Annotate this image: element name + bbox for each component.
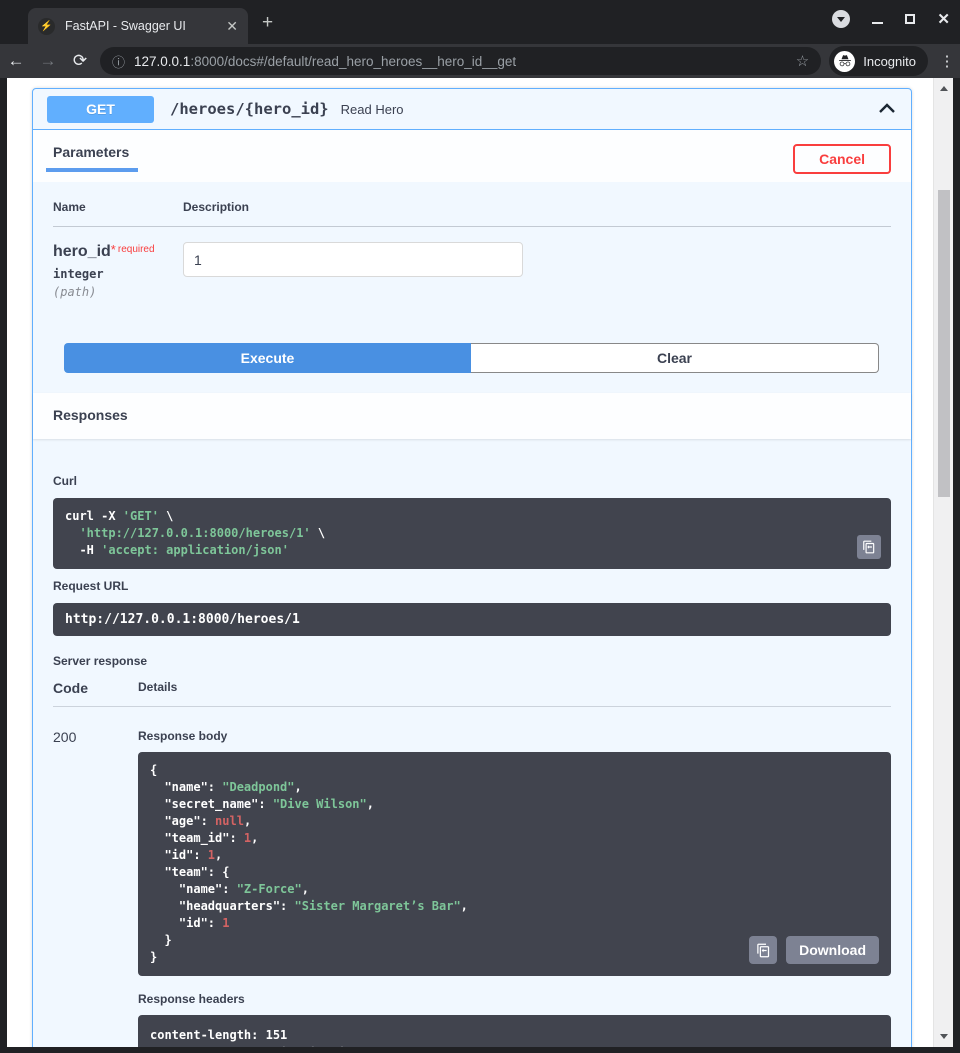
parameters-table: Name Description hero_id*required intege… bbox=[33, 182, 911, 299]
parameter-name: hero_id bbox=[53, 243, 111, 260]
response-headers-block: content-length: 151 content-type: applic… bbox=[138, 1015, 891, 1047]
responses-section-header: Responses bbox=[33, 393, 911, 439]
url-bar[interactable]: ⓘ 127.0.0.1:8000/docs#/default/read_hero… bbox=[100, 47, 821, 75]
scrollbar-thumb[interactable] bbox=[938, 190, 950, 497]
execute-row: Execute Clear bbox=[64, 343, 879, 373]
hero-id-input[interactable] bbox=[183, 242, 523, 277]
url-path: :8000/docs#/default/read_hero_heroes__he… bbox=[190, 54, 516, 69]
copy-curl-button[interactable] bbox=[857, 535, 881, 559]
endpoint-path: /heroes/{hero_id} bbox=[170, 100, 329, 118]
collapse-chevron-icon[interactable] bbox=[877, 99, 897, 119]
curl-block: curl -X 'GET' \ 'http://127.0.0.1:8000/h… bbox=[53, 498, 891, 569]
cancel-button[interactable]: Cancel bbox=[793, 144, 891, 174]
opblock-header[interactable]: GET /heroes/{hero_id} Read Hero bbox=[33, 89, 911, 130]
tab-bar: ⚡ FastAPI - Swagger UI ✕ + ✕ bbox=[0, 0, 960, 44]
request-url-label: Request URL bbox=[53, 579, 891, 593]
back-button[interactable]: ← bbox=[0, 51, 32, 71]
fastapi-favicon-icon: ⚡ bbox=[38, 18, 55, 35]
column-code: Code bbox=[53, 680, 138, 696]
required-star: * bbox=[111, 242, 116, 257]
reload-button[interactable]: ⟳ bbox=[64, 51, 96, 71]
status-code: 200 bbox=[53, 721, 138, 1047]
parameter-row: hero_id*required integer (path) bbox=[53, 227, 891, 299]
scrollbar-up-icon[interactable] bbox=[934, 80, 953, 96]
curl-command: curl -X 'GET' \ 'http://127.0.0.1:8000/h… bbox=[65, 508, 879, 559]
response-body-block: { "name": "Deadpond", "secret_name": "Di… bbox=[138, 752, 891, 976]
url-host: 127.0.0.1 bbox=[134, 54, 190, 69]
window-close-button[interactable]: ✕ bbox=[937, 10, 950, 28]
column-description: Description bbox=[183, 200, 249, 214]
bookmark-star-icon[interactable]: ☆ bbox=[796, 52, 809, 70]
response-headers-label: Response headers bbox=[138, 992, 891, 1006]
endpoint-summary: Read Hero bbox=[341, 102, 877, 117]
request-url-block: http://127.0.0.1:8000/heroes/1 bbox=[53, 603, 891, 636]
column-name: Name bbox=[53, 200, 183, 214]
tab-close-icon[interactable]: ✕ bbox=[226, 18, 238, 35]
browser-window: ⚡ FastAPI - Swagger UI ✕ + ✕ ← → ⟳ ⓘ 127… bbox=[0, 0, 960, 1053]
response-table-header: Code Details bbox=[53, 680, 891, 707]
tab-parameters[interactable]: Parameters bbox=[53, 142, 137, 172]
parameter-location: (path) bbox=[53, 285, 183, 299]
incognito-badge: Incognito bbox=[829, 46, 928, 76]
response-headers-text: content-length: 151 content-type: applic… bbox=[150, 1027, 879, 1047]
parameters-header: Parameters Cancel bbox=[33, 130, 911, 182]
response-row: 200 Response body { "name": "Deadpond", … bbox=[53, 707, 891, 1047]
clear-button[interactable]: Clear bbox=[471, 343, 879, 373]
parameter-type: integer bbox=[53, 267, 183, 281]
copy-response-button[interactable] bbox=[749, 936, 777, 964]
page-scrollbar[interactable] bbox=[933, 78, 953, 1047]
maximize-button[interactable] bbox=[905, 14, 915, 24]
scrollbar-down-icon[interactable] bbox=[934, 1029, 953, 1045]
required-label: required bbox=[118, 244, 155, 255]
download-button[interactable]: Download bbox=[786, 936, 879, 964]
new-tab-button[interactable]: + bbox=[262, 13, 273, 32]
url-text[interactable]: 127.0.0.1:8000/docs#/default/read_hero_h… bbox=[134, 54, 788, 69]
responses-body: Curl curl -X 'GET' \ 'http://127.0.0.1:8… bbox=[33, 439, 911, 1047]
incognito-icon bbox=[834, 51, 855, 72]
request-url-value: http://127.0.0.1:8000/heroes/1 bbox=[65, 612, 300, 627]
response-body-label: Response body bbox=[138, 729, 891, 743]
browser-tab[interactable]: ⚡ FastAPI - Swagger UI ✕ bbox=[28, 8, 248, 44]
curl-label: Curl bbox=[53, 474, 891, 488]
http-method-badge: GET bbox=[47, 96, 154, 123]
swagger-page: GET /heroes/{hero_id} Read Hero Paramete… bbox=[7, 78, 953, 1047]
column-details: Details bbox=[138, 680, 177, 696]
site-info-icon[interactable]: ⓘ bbox=[112, 52, 125, 71]
browser-menu-icon[interactable]: ⋮ bbox=[934, 52, 960, 70]
minimize-button[interactable] bbox=[872, 22, 883, 24]
tab-title: FastAPI - Swagger UI bbox=[65, 19, 218, 33]
server-response-label: Server response bbox=[53, 654, 891, 668]
forward-button[interactable]: → bbox=[32, 51, 64, 71]
responses-title: Responses bbox=[53, 407, 128, 423]
opblock-get: GET /heroes/{hero_id} Read Hero Paramete… bbox=[32, 88, 912, 1047]
browser-update-icon[interactable] bbox=[832, 10, 850, 28]
execute-button[interactable]: Execute bbox=[64, 343, 471, 373]
browser-toolbar: ← → ⟳ ⓘ 127.0.0.1:8000/docs#/default/rea… bbox=[0, 44, 960, 78]
incognito-label: Incognito bbox=[863, 54, 916, 69]
